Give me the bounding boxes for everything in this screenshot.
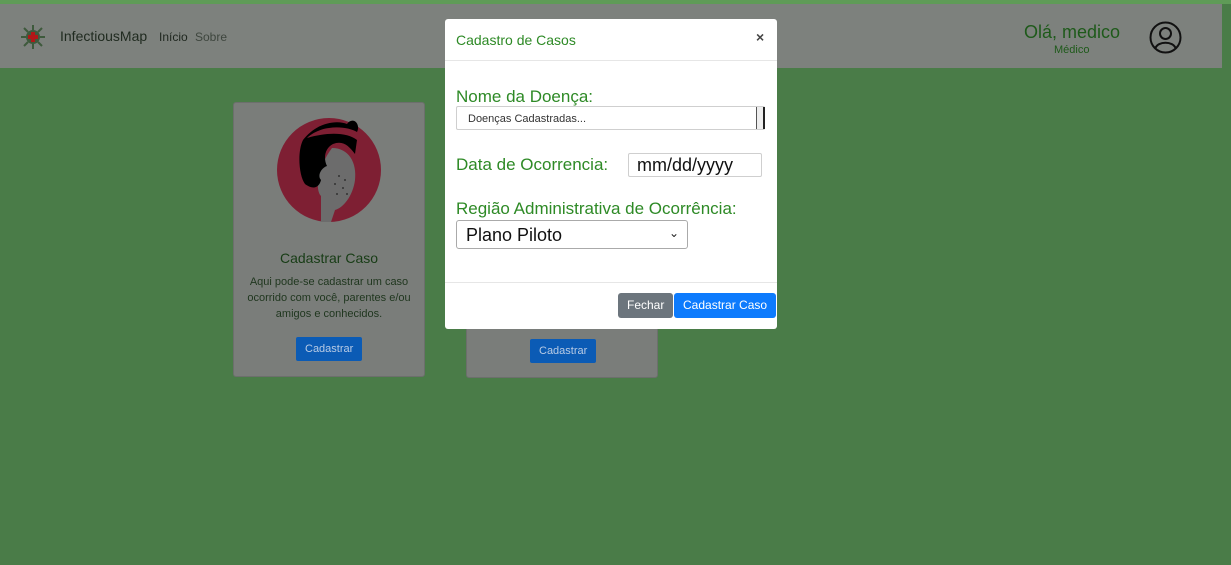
close-icon[interactable]: × — [756, 29, 764, 45]
virus-logo-icon[interactable] — [20, 24, 46, 50]
brand-name[interactable]: InfectiousMap — [60, 28, 147, 44]
select-scroll-handle[interactable] — [756, 107, 765, 129]
close-button[interactable]: Fechar — [618, 293, 674, 318]
nav-link-inicio[interactable]: Início — [159, 30, 188, 44]
region-select[interactable]: Plano Piloto ⌄ — [456, 220, 688, 249]
region-select-value: Plano Piloto — [466, 225, 563, 245]
user-role: Médico — [1054, 44, 1090, 56]
submit-case-button[interactable]: Cadastrar Caso — [674, 293, 777, 318]
modal-title: Cadastro de Casos — [456, 32, 576, 48]
date-label: Data de Ocorrencia: — [456, 155, 609, 174]
date-input[interactable]: mm/dd/yyyy — [628, 153, 762, 177]
modal-header: Cadastro de Casos × — [445, 19, 777, 61]
case-register-modal: Cadastro de Casos × Nome da Doença: Doen… — [445, 19, 777, 329]
region-label: Região Administrativa de Ocorrência: — [456, 199, 737, 218]
person-illustration-icon — [277, 118, 381, 222]
card-title: Cadastrar Caso — [279, 250, 379, 266]
modal-footer: Fechar Cadastrar Caso — [445, 282, 777, 330]
user-greeting: Olá, medico — [1024, 22, 1121, 42]
disease-select[interactable]: Doenças Cadastradas... — [456, 106, 765, 130]
card-register-button[interactable]: Cadastrar — [296, 337, 363, 361]
disease-name-label: Nome da Doença: — [456, 87, 594, 106]
card-description: Aqui pode-se cadastrar um caso ocorrido … — [247, 276, 411, 320]
user-avatar-icon[interactable] — [1149, 21, 1182, 54]
nav-link-sobre[interactable]: Sobre — [195, 30, 227, 44]
card-register-button-2[interactable]: Cadastrar — [530, 339, 597, 363]
disease-select-value: Doenças Cadastradas... — [468, 113, 587, 125]
register-case-card: Cadastrar Caso Aqui pode-se cadastrar um… — [233, 102, 425, 377]
chevron-down-icon: ⌄ — [668, 226, 679, 240]
